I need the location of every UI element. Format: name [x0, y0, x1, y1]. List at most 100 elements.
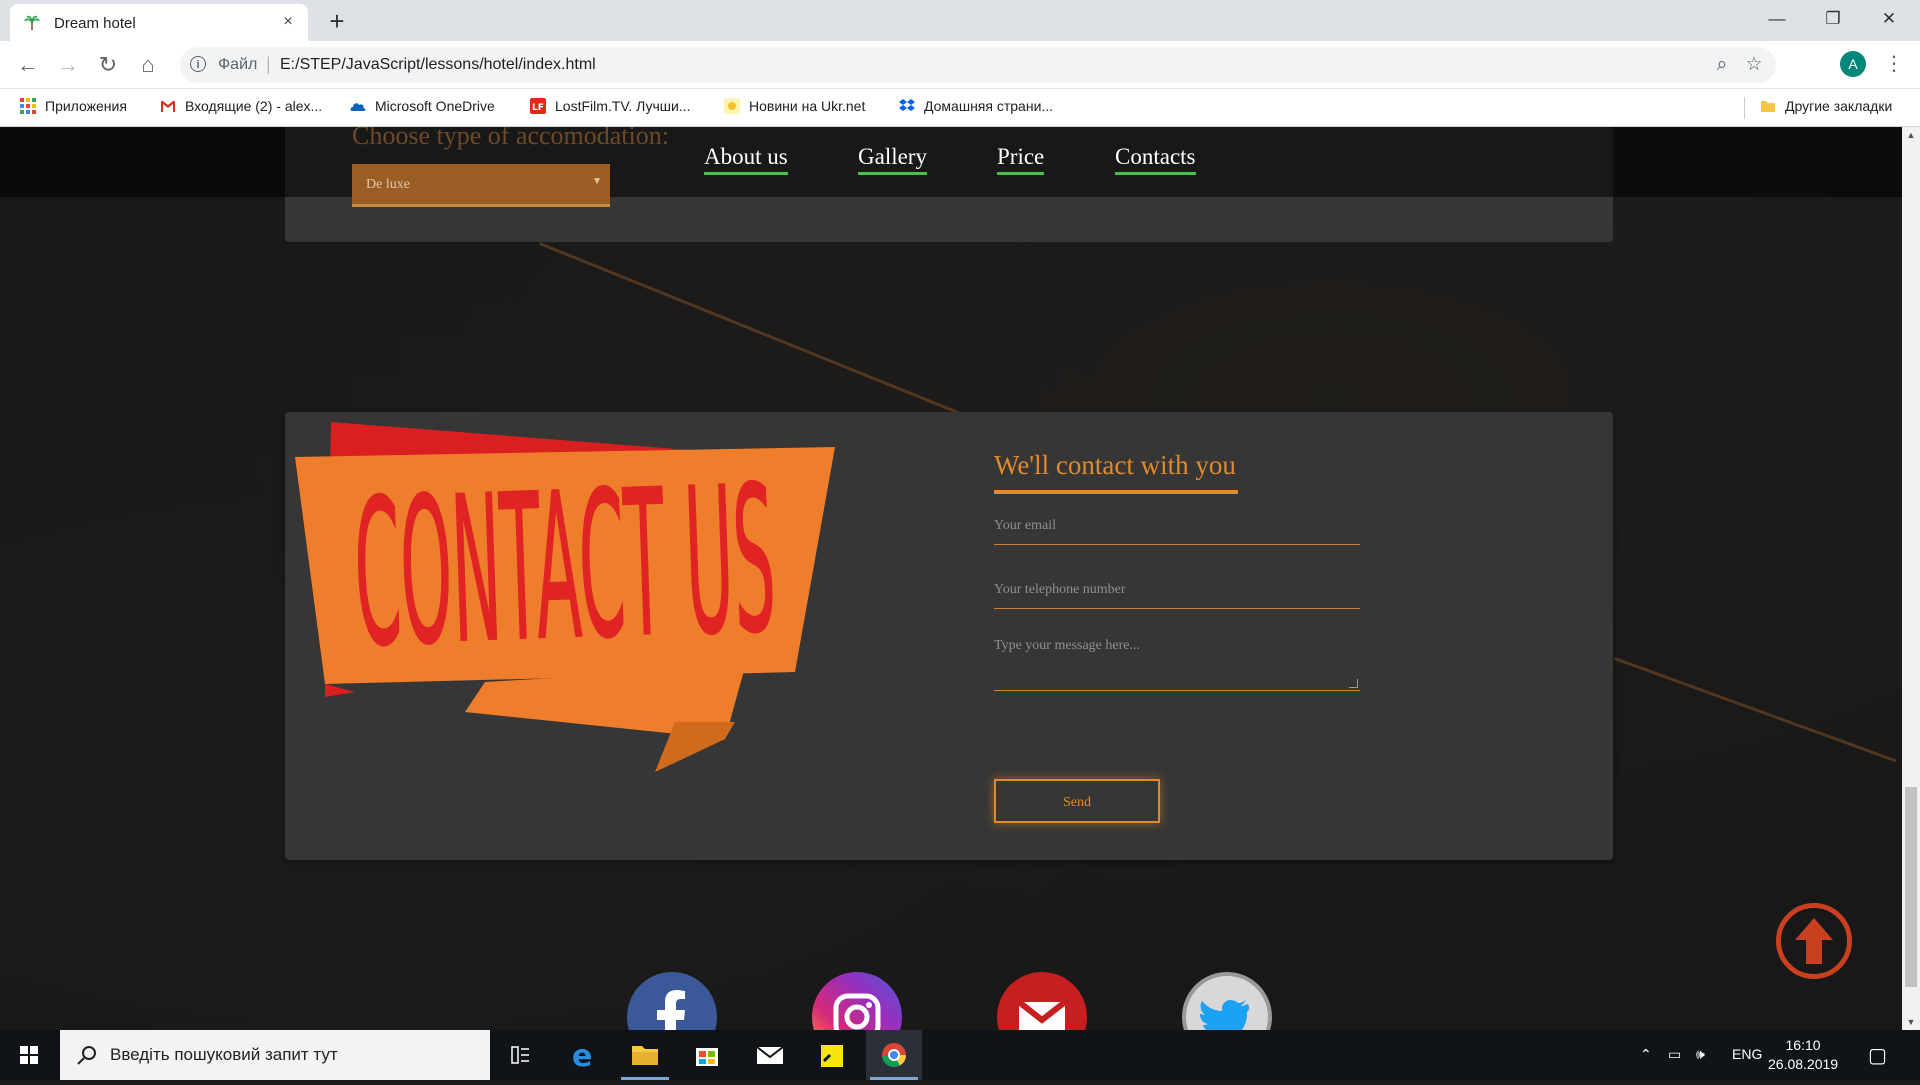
select-value: De luxe [366, 177, 410, 192]
phone-placeholder: Your telephone number [994, 582, 1126, 597]
onedrive-icon [350, 103, 366, 111]
tab-strip: Dream hotel × + — ❐ ✕ [0, 0, 1920, 41]
phone-field[interactable]: Your telephone number [994, 574, 1360, 609]
battery-icon[interactable]: ▭ [1668, 1046, 1681, 1063]
omnibox-separator: | [266, 54, 271, 74]
banner-text: CONTACT US [351, 444, 779, 692]
page-scrollbar[interactable]: ▲ ▼ [1902, 127, 1920, 1030]
forward-arrow-icon[interactable]: → [54, 51, 82, 79]
instagram-icon[interactable] [812, 972, 902, 1030]
page-viewport: Choose type of accomodation: De luxe ▼ A… [0, 127, 1902, 1030]
other-bookmarks[interactable]: Другие закладки [1760, 98, 1892, 118]
scroll-down-arrow-icon[interactable]: ▼ [1902, 1014, 1920, 1030]
browser-toolbar: ← → ↻ ⌂ i Файл | E:/STEP/JavaScript/less… [0, 41, 1920, 89]
edge-icon[interactable]: e [556, 1030, 612, 1080]
nav-contacts[interactable]: Contacts [1115, 144, 1196, 175]
new-tab-button[interactable]: + [320, 6, 354, 36]
windows-taskbar: Введіть пошуковий запит тут e ⌃ ▭ 🕪 ENG … [0, 1030, 1920, 1080]
url-text[interactable]: E:/STEP/JavaScript/lessons/hotel/index.h… [280, 56, 596, 74]
reload-icon[interactable]: ↻ [94, 51, 122, 79]
windows-logo-icon [20, 1046, 38, 1064]
star-icon[interactable]: ☆ [1742, 53, 1766, 77]
taskbar-search[interactable]: Введіть пошуковий запит тут [60, 1030, 490, 1080]
store-icon[interactable] [679, 1030, 735, 1080]
chevron-up-icon[interactable]: ⌃ [1640, 1046, 1652, 1063]
ukrnet-icon [724, 98, 740, 114]
volume-icon[interactable]: 🕪 [1696, 1046, 1705, 1063]
system-clock[interactable]: 16:10 26.08.2019 [1768, 1036, 1838, 1074]
instagram-glyph-icon [833, 993, 881, 1030]
send-button[interactable]: Send [994, 779, 1160, 823]
clock-time: 16:10 [1785, 1037, 1821, 1053]
gmail-social-icon[interactable] [997, 972, 1087, 1030]
nav-about-us[interactable]: About us [704, 144, 788, 175]
nav-price[interactable]: Price [997, 144, 1045, 175]
bookmark-lostfilm[interactable]: LF LostFilm.TV. Лучши... [530, 98, 691, 118]
folder-icon [1761, 101, 1775, 112]
accommodation-label: Choose type of accomodation: [352, 127, 669, 150]
other-bookmarks-label: Другие закладки [1785, 98, 1893, 114]
email-placeholder: Your email [994, 518, 1056, 533]
bookmark-gmail[interactable]: Входящие (2) - alex... [160, 98, 322, 118]
bookmark-label: Входящие (2) - alex... [185, 98, 323, 114]
home-icon[interactable]: ⌂ [134, 51, 162, 79]
sticky-notes-icon[interactable] [804, 1030, 860, 1080]
apps-grid-icon [20, 98, 36, 114]
bookmarks-separator [1744, 97, 1745, 119]
twitter-bird-icon [1200, 999, 1250, 1030]
address-bar[interactable]: i Файл | E:/STEP/JavaScript/lessons/hote… [180, 47, 1776, 83]
arrow-up-icon [1795, 918, 1833, 964]
bookmark-label: Домашняя страни... [924, 98, 1054, 114]
nav-gallery[interactable]: Gallery [858, 144, 927, 175]
email-field[interactable]: Your email [994, 510, 1360, 545]
scroll-up-arrow-icon[interactable]: ▲ [1902, 127, 1920, 143]
contact-us-banner-image: CONTACT US [295, 422, 835, 772]
accommodation-select[interactable]: De luxe ▼ [352, 164, 610, 207]
close-window-button[interactable]: ✕ [1861, 0, 1917, 38]
message-placeholder: Type your message here... [994, 638, 1140, 653]
file-explorer-icon[interactable] [617, 1030, 673, 1080]
back-arrow-icon[interactable]: ← [14, 51, 42, 79]
bookmark-ukrnet[interactable]: Новини на Ukr.net [724, 98, 865, 118]
restore-button[interactable]: ❐ [1805, 0, 1861, 38]
info-icon[interactable]: i [190, 56, 206, 72]
scrollbar-thumb[interactable] [1905, 787, 1917, 987]
menu-dots-icon[interactable]: ⋮ [1884, 50, 1904, 78]
scroll-to-top-button[interactable] [1776, 903, 1852, 979]
profile-avatar[interactable]: A [1840, 51, 1866, 77]
chrome-icon[interactable] [866, 1030, 922, 1080]
zoom-icon[interactable]: ⌕ [1710, 53, 1734, 77]
minimize-button[interactable]: — [1749, 0, 1805, 38]
scheme-label: Файл [218, 56, 258, 73]
resize-handle-icon[interactable] [1349, 679, 1358, 688]
svg-text:LF: LF [532, 103, 544, 113]
envelope-icon [1017, 999, 1067, 1030]
language-indicator[interactable]: ENG [1732, 1046, 1762, 1062]
facebook-icon[interactable] [627, 972, 717, 1030]
tab-dream-hotel[interactable]: Dream hotel × [10, 4, 308, 41]
palm-favicon-icon [24, 15, 40, 30]
bookmark-label: LostFilm.TV. Лучши... [555, 98, 691, 114]
start-button[interactable] [0, 1030, 58, 1080]
tab-title: Dream hotel [54, 15, 136, 32]
bookmark-apps[interactable]: Приложения [20, 98, 127, 118]
facebook-glyph-icon [657, 990, 685, 1030]
task-view-icon[interactable] [492, 1030, 548, 1080]
chevron-down-icon: ▼ [592, 176, 602, 187]
gmail-icon [161, 101, 175, 112]
contact-card: CONTACT US We'll contact with you Your e… [285, 412, 1613, 860]
bookmarks-bar: Приложения Входящие (2) - alex... Micros… [0, 89, 1920, 127]
twitter-icon[interactable] [1182, 972, 1272, 1030]
search-placeholder: Введіть пошуковий запит тут [110, 1045, 338, 1064]
notifications-icon[interactable]: ▢ [1868, 1043, 1887, 1068]
mail-icon[interactable] [742, 1030, 798, 1080]
tab-close-icon[interactable]: × [278, 12, 298, 32]
bookmark-dropbox[interactable]: Домашняя страни... [899, 98, 1053, 118]
bookmark-label: Microsoft OneDrive [375, 98, 495, 114]
header-nav-bar [0, 127, 1902, 197]
contact-form-title: We'll contact with you [994, 450, 1236, 480]
clock-date: 26.08.2019 [1768, 1056, 1839, 1072]
message-textarea[interactable]: Type your message here... [994, 630, 1360, 691]
search-icon [77, 1046, 96, 1065]
bookmark-onedrive[interactable]: Microsoft OneDrive [350, 98, 495, 118]
